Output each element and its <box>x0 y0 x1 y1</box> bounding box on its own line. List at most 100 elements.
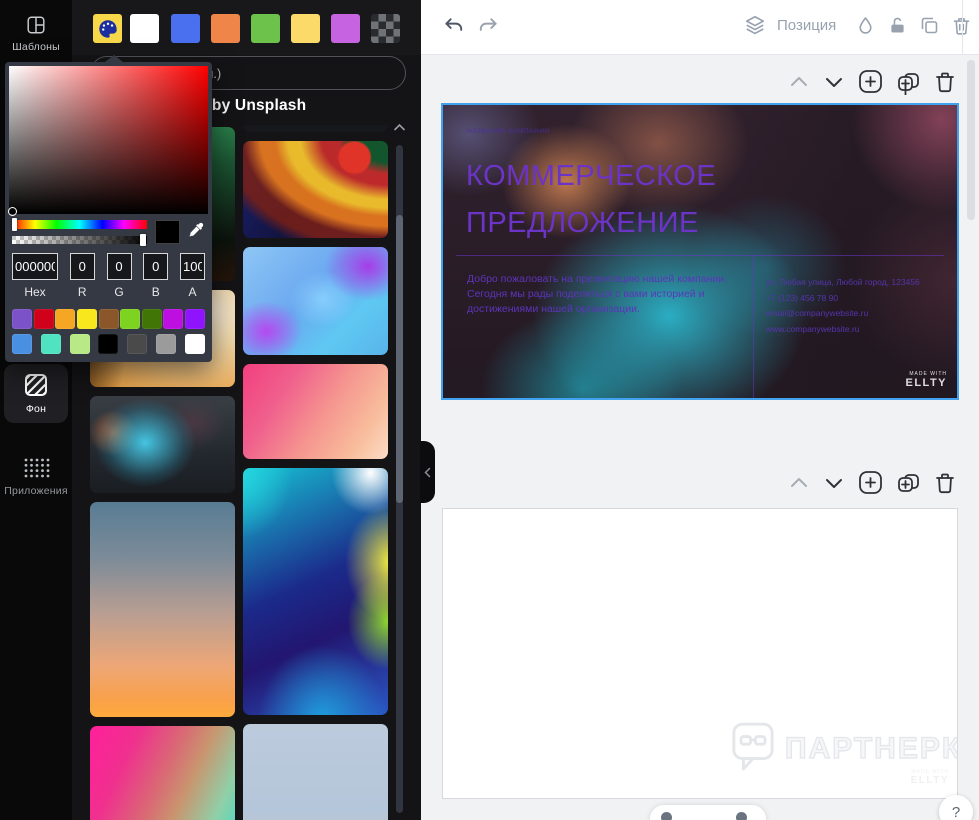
move-slide-up-button[interactable] <box>787 471 811 495</box>
gradient-thumbnail[interactable] <box>90 726 235 820</box>
hex-label: Hex <box>24 285 46 299</box>
add-slide-button[interactable] <box>857 469 884 496</box>
thumbnail-column-right <box>243 125 388 820</box>
preset-color-swatch[interactable] <box>184 334 205 354</box>
preset-color-swatch[interactable] <box>76 309 97 329</box>
toolbar-divider <box>962 0 963 55</box>
app-window: Шаблоны Фон Приложения Поиск (напр. англ… <box>0 0 979 820</box>
preset-color-swatch[interactable] <box>120 309 141 329</box>
preset-color-swatch[interactable] <box>127 334 148 354</box>
templates-icon <box>25 14 47 36</box>
position-label[interactable]: Позиция <box>777 17 836 34</box>
color-value-fields: Hex R G B A <box>5 244 212 299</box>
gradient-thumbnail[interactable] <box>90 396 235 493</box>
scroll-up-icon[interactable] <box>393 123 406 132</box>
duplicate-slide-button[interactable] <box>895 68 922 95</box>
gradient-thumbnail[interactable] <box>243 724 388 820</box>
custom-color-palette-button[interactable] <box>93 14 122 43</box>
red-input[interactable] <box>69 253 95 280</box>
slide2-controls <box>787 469 957 496</box>
hue-slider-handle[interactable] <box>12 218 17 231</box>
slide-2[interactable]: ПАРТНЕРКИН MADE WITH ELLTY <box>442 508 958 799</box>
partnerkin-watermark-text: ПАРТНЕРКИН <box>784 731 957 765</box>
background-icon <box>23 372 49 398</box>
red-label: R <box>77 285 87 299</box>
help-button[interactable]: ? <box>939 795 973 820</box>
panel-collapse-tab[interactable] <box>420 441 435 503</box>
redo-button[interactable] <box>476 15 499 38</box>
layers-position-button[interactable] <box>744 14 766 36</box>
slide1-intro-paragraph[interactable]: Добро пожаловать на презентацию нашей ко… <box>467 272 749 317</box>
preset-color-swatch[interactable] <box>185 309 205 329</box>
green-label: G <box>114 285 124 299</box>
panel-scrollbar-thumb[interactable] <box>396 215 403 503</box>
preset-color-swatch[interactable] <box>163 309 184 329</box>
preset-color-swatch[interactable] <box>40 334 61 354</box>
delete-slide-button[interactable] <box>933 70 957 94</box>
color-swatch-green[interactable] <box>251 14 280 43</box>
zoom-bar-partial[interactable] <box>650 805 766 820</box>
hex-field: Hex <box>12 253 58 299</box>
preset-color-swatch[interactable] <box>141 309 162 329</box>
preset-color-swatch[interactable] <box>55 309 76 329</box>
palette-icon <box>97 18 119 40</box>
gradient-thumbnail[interactable] <box>243 125 388 132</box>
alpha-slider-handle[interactable] <box>140 234 146 246</box>
sidebar-item-label: Шаблоны <box>12 41 60 53</box>
gradient-thumbnail[interactable] <box>90 502 235 717</box>
gradient-thumbnail[interactable] <box>243 364 388 459</box>
sidebar-item-apps[interactable]: Приложения <box>4 448 68 505</box>
move-slide-down-button[interactable] <box>822 471 846 495</box>
green-field: G <box>106 253 132 299</box>
slide-1-selected[interactable]: НАЗВАНИЕ КОМПАНИИ КОММЕРЧЕСКОЕ ПРЕДЛОЖЕН… <box>441 103 959 400</box>
move-slide-up-button[interactable] <box>787 70 811 94</box>
color-swatch-orange[interactable] <box>211 14 240 43</box>
duplicate-button[interactable] <box>919 15 940 36</box>
sidebar-item-label: Фон <box>25 403 47 415</box>
preset-color-swatch[interactable] <box>12 309 32 329</box>
alpha-input[interactable] <box>180 253 205 280</box>
sidebar-item-background[interactable]: Фон <box>4 364 68 423</box>
eyedropper-icon[interactable] <box>187 221 205 239</box>
color-swatch-blue[interactable] <box>171 14 200 43</box>
blue-input[interactable] <box>143 253 169 280</box>
undo-button[interactable] <box>443 15 466 38</box>
preset-color-swatch[interactable] <box>98 309 119 329</box>
hue-slider[interactable] <box>12 218 147 231</box>
zoom-out-icon[interactable] <box>661 812 672 820</box>
sidebar-item-templates[interactable]: Шаблоны <box>4 6 68 61</box>
saturation-area[interactable] <box>8 66 208 216</box>
preset-color-swatch[interactable] <box>33 309 54 329</box>
zoom-in-icon[interactable] <box>736 812 747 820</box>
current-color-swatch <box>155 220 180 244</box>
slide1-company-text[interactable]: НАЗВАНИЕ КОМПАНИИ <box>467 128 550 135</box>
slide1-vertical-line <box>753 255 754 398</box>
delete-slide-button[interactable] <box>933 471 957 495</box>
color-swatch-transparent[interactable] <box>371 14 400 43</box>
slide1-contact-block[interactable]: ул. Любая улица, Любой город, 123456 +7 … <box>766 275 946 337</box>
preset-color-swatch[interactable] <box>12 334 32 354</box>
color-swatch-white[interactable] <box>130 14 159 43</box>
saturation-cursor[interactable] <box>8 207 17 216</box>
gradient-thumbnail[interactable] <box>243 468 388 715</box>
opacity-droplet-button[interactable] <box>855 15 876 36</box>
color-swatch-purple[interactable] <box>331 14 360 43</box>
duplicate-slide-button[interactable] <box>895 469 922 496</box>
preset-color-swatch[interactable] <box>98 334 119 354</box>
window-scrollbar-thumb[interactable] <box>967 60 975 220</box>
alpha-label: A <box>188 285 197 299</box>
add-slide-button[interactable] <box>857 68 884 95</box>
preset-color-swatch[interactable] <box>69 334 90 354</box>
unlock-button[interactable] <box>887 15 908 36</box>
hex-input[interactable] <box>12 253 58 280</box>
gradient-thumbnail[interactable] <box>243 247 388 355</box>
move-slide-down-button[interactable] <box>822 70 846 94</box>
green-input[interactable] <box>106 253 132 280</box>
blue-field: B <box>143 253 169 299</box>
color-picker-popup: Hex R G B A <box>5 55 212 362</box>
color-swatch-yellow[interactable] <box>291 14 320 43</box>
gradient-thumbnail[interactable] <box>243 141 388 238</box>
alpha-slider[interactable] <box>12 234 147 246</box>
preset-color-swatch[interactable] <box>156 334 177 354</box>
slide1-title[interactable]: КОММЕРЧЕСКОЕ ПРЕДЛОЖЕНИЕ <box>466 153 716 247</box>
